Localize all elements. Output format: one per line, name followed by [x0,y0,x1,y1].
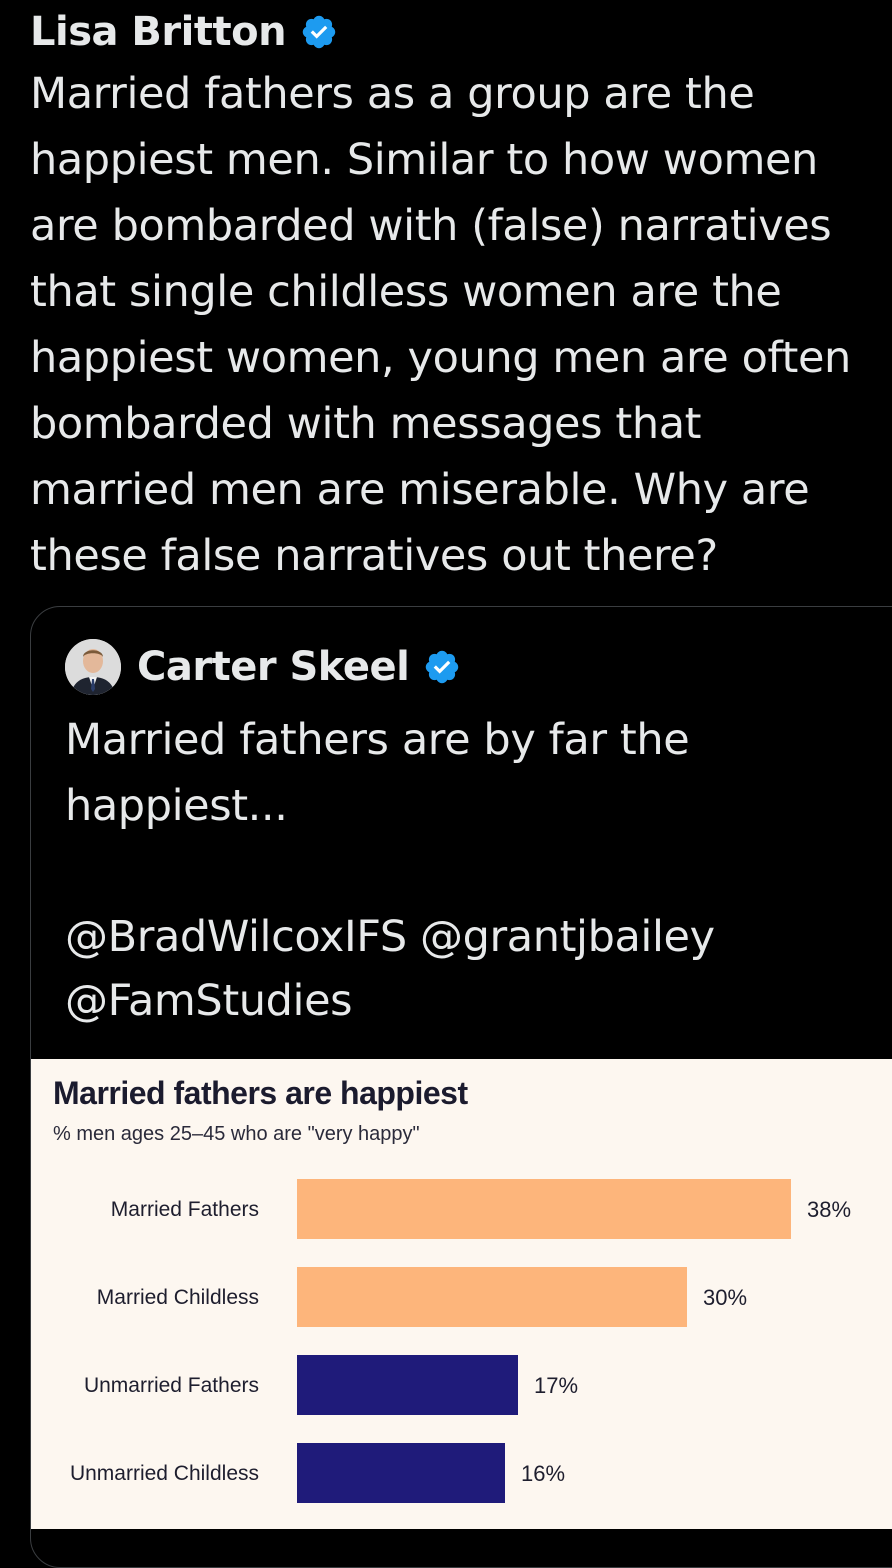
bar [297,1179,791,1239]
mention-link[interactable]: @grantjbailey [420,912,715,962]
bar [297,1443,505,1503]
tweet-author-name[interactable]: Lisa Britton [30,6,287,58]
value-label: 16% [521,1461,565,1486]
value-label: 17% [534,1373,578,1398]
quoted-tweet-author-name[interactable]: Carter Skeel [137,644,410,690]
verified-badge-icon [426,650,459,684]
bar-chart: Married Fathers 38% Married Childless 30% Un… [70,1179,851,1503]
quoted-tweet-mentions: @BradWilcoxIFS @grantjbailey @FamStudies [65,905,892,1033]
tweet-text: Married fathers as a group are the happi… [30,69,851,581]
profile-photo [65,639,121,695]
avatar[interactable] [65,639,121,695]
category-label: Married Fathers [111,1198,259,1221]
bar [297,1355,518,1415]
value-label: 30% [703,1285,747,1310]
verified-badge-icon [302,15,336,49]
mention-link[interactable]: @FamStudies [65,976,353,1026]
category-label: Unmarried Fathers [84,1374,259,1397]
quoted-tweet-text: Married fathers are by far the happiest.… [65,715,690,831]
chart-image[interactable]: Married fathers are happiest % men ages … [31,1059,892,1529]
tweet: Lisa Britton Married fathers as a group … [0,0,892,1568]
quoted-tweet-card[interactable]: Carter Skeel Married fathers are by far … [30,606,892,1568]
category-label: Unmarried Childless [70,1462,259,1485]
tweet-author-row: Lisa Britton [30,6,338,58]
value-label: 38% [807,1197,851,1222]
quoted-tweet-header: Carter Skeel [65,639,461,695]
category-label: Married Childless [97,1286,259,1309]
bar [297,1267,687,1327]
mention-link[interactable]: @BradWilcoxIFS [65,912,407,962]
